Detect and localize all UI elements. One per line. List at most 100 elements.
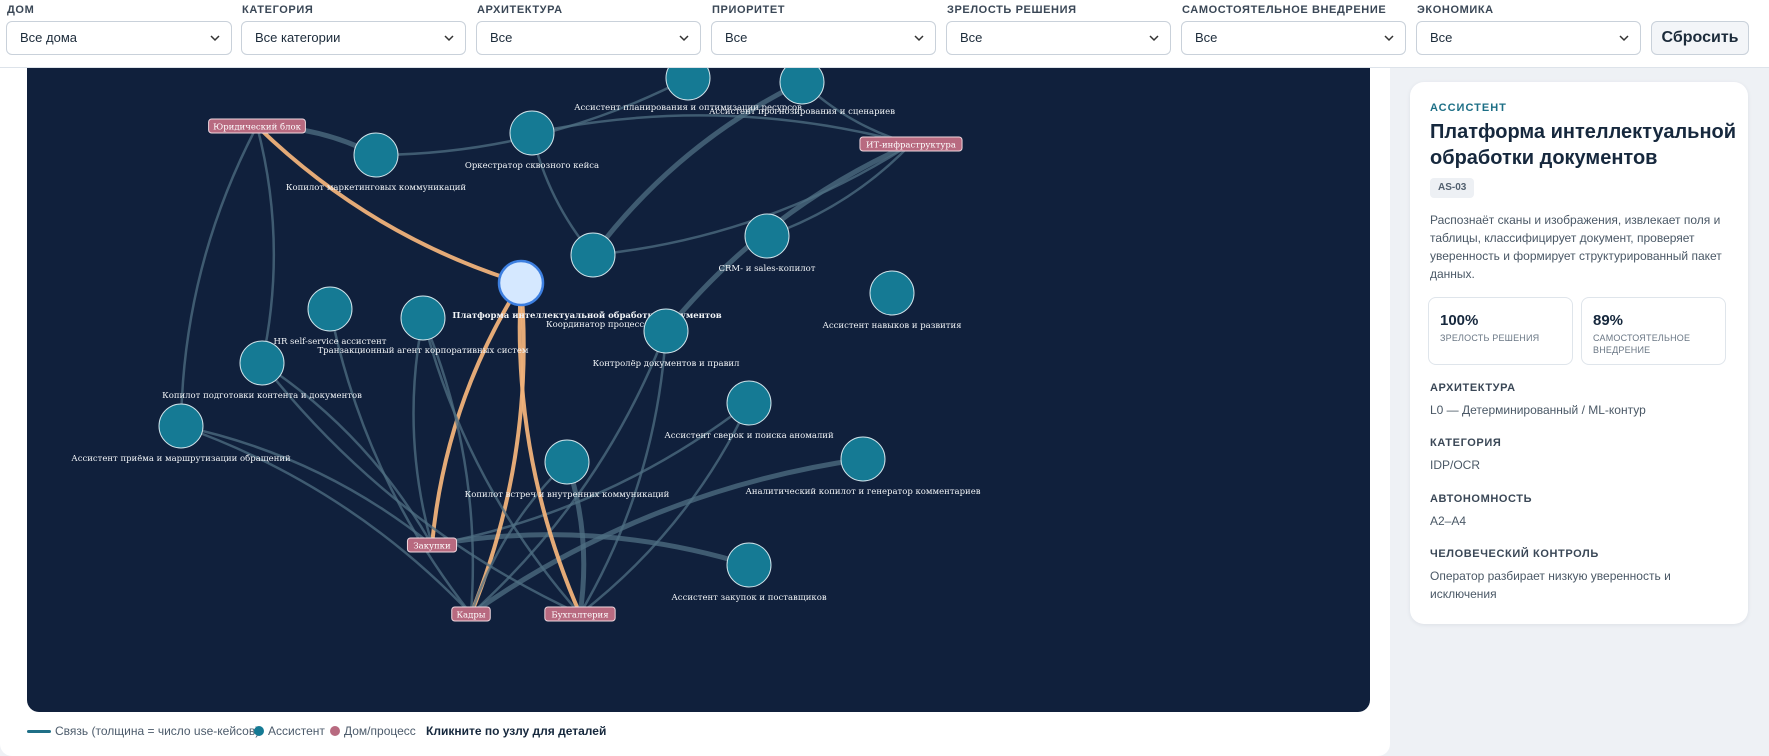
- house-node[interactable]: ИТ-инфраструктура: [859, 136, 963, 152]
- section-value-architecture: L0 — Детерминированный / ML-контур: [1430, 403, 1646, 417]
- house-select[interactable]: Все дома: [6, 21, 232, 55]
- legend-house: Дом/процесс: [330, 724, 416, 738]
- node-circle: [509, 110, 555, 156]
- node-label: Ассистент прогнозирования и сценариев: [709, 107, 895, 117]
- select-value: Все: [490, 30, 513, 45]
- house-node[interactable]: Кадры: [451, 606, 491, 622]
- node-circle: [544, 439, 590, 485]
- category-select[interactable]: Все категории: [241, 21, 466, 55]
- assistant-node[interactable]: Ассистент сверок и поиска аномалий: [664, 380, 834, 441]
- detail-panel: АССИСТЕНТ Платформа интеллектуальной обр…: [1410, 82, 1748, 624]
- section-value-autonomy: A2–A4: [1430, 514, 1467, 528]
- node-circle: [726, 542, 772, 588]
- node-label: Оркестратор сквозного кейса: [465, 161, 599, 171]
- node-label: Аналитический копилот и генератор коммен…: [745, 487, 980, 497]
- select-value: Все: [725, 30, 748, 45]
- legend-assistant-swatch: [254, 726, 264, 736]
- section-title-autonomy: АВТОНОМНОСТЬ: [1430, 493, 1533, 505]
- assistant-node[interactable]: Копилот маркетинговых коммуникаций: [286, 132, 467, 193]
- legend-hint: Кликните по узлу для деталей: [426, 724, 607, 738]
- node-circle: [353, 132, 399, 178]
- highlighted-edge: [469, 282, 526, 615]
- network-graph[interactable]: Ассистент планирования и оптимизации рес…: [27, 68, 1370, 712]
- legend-assistant: Ассистент: [254, 724, 325, 738]
- architecture-select[interactable]: Все: [476, 21, 701, 55]
- assistant-node[interactable]: HR self-service ассистент: [274, 286, 387, 347]
- legend-house-label: Дом/процесс: [344, 724, 416, 738]
- metric-value: 100%: [1440, 312, 1479, 329]
- select-value: Все: [960, 30, 983, 45]
- node-circle: [726, 380, 772, 426]
- node-label: CRM- и sales-копилот: [719, 264, 816, 274]
- node-label: Копилот подготовки контента и документов: [162, 391, 362, 401]
- node-circle: [497, 259, 545, 307]
- metric-label: ЗРЕЛОСТЬ РЕШЕНИЯ: [1440, 333, 1540, 343]
- highlighted-edge: [430, 281, 523, 546]
- node-circle: [665, 68, 711, 101]
- graph-edge: [179, 125, 259, 427]
- node-circle: [840, 436, 886, 482]
- legend-link-label: Связь (толщина = число use-кейсов): [55, 724, 260, 738]
- filter-label: АРХИТЕКТУРА: [477, 4, 563, 16]
- detail-code-badge: AS-03: [1430, 178, 1475, 198]
- assistant-node[interactable]: Ассистент навыков и развития: [822, 270, 962, 331]
- node-label: Контролёр документов и правил: [593, 359, 740, 369]
- chevron-down-icon: [210, 35, 220, 42]
- chevron-down-icon: [679, 35, 689, 42]
- filter-label: САМОСТОЯТЕЛЬНОЕ ВНЕДРЕНИЕ: [1182, 4, 1387, 16]
- graph-edge: [255, 125, 276, 364]
- chevron-down-icon: [1149, 35, 1159, 42]
- filter-bar: ДОМ Все дома КАТЕГОРИЯ Все категории АРХ…: [0, 0, 1769, 68]
- node-label: Копилот маркетинговых коммуникаций: [286, 183, 467, 193]
- legend-assistant-label: Ассистент: [268, 724, 325, 738]
- section-title-human-control: ЧЕЛОВЕЧЕСКИЙ КОНТРОЛЬ: [1430, 548, 1599, 560]
- house-node[interactable]: Закупки: [406, 537, 458, 553]
- detail-kicker: АССИСТЕНТ: [1430, 102, 1507, 114]
- chevron-down-icon: [1384, 35, 1394, 42]
- priority-select[interactable]: Все: [711, 21, 936, 55]
- house-label: Кадры: [456, 611, 485, 621]
- section-value-human-control: Оператор разбирает низкую уверенность и …: [1430, 569, 1671, 601]
- select-value: Все: [1195, 30, 1218, 45]
- assistant-node[interactable]: Оркестратор сквозного кейса: [465, 110, 599, 171]
- graph-nodes: Ассистент планирования и оптимизации рес…: [71, 68, 981, 622]
- maturity-select[interactable]: Все: [946, 21, 1171, 55]
- economics-select[interactable]: Все: [1416, 21, 1641, 55]
- metric-maturity: 100% ЗРЕЛОСТЬ РЕШЕНИЯ: [1428, 297, 1573, 365]
- assistant-node[interactable]: Ассистент приёма и маршрутизации обращен…: [71, 403, 291, 464]
- metric-value: 89%: [1593, 312, 1624, 329]
- house-label: Юридический блок: [213, 122, 302, 133]
- chevron-down-icon: [444, 35, 454, 42]
- node-label: Ассистент сверок и поиска аномалий: [664, 431, 834, 441]
- node-label: Транзакционный агент корпоративных систе…: [318, 346, 529, 356]
- section-title-architecture: АРХИТЕКТУРА: [1430, 382, 1516, 394]
- legend-house-swatch: [330, 726, 340, 736]
- node-circle: [869, 270, 915, 316]
- assistant-node[interactable]: Аналитический копилот и генератор коммен…: [745, 436, 981, 497]
- select-value: Все категории: [255, 30, 341, 45]
- self-implementation-select[interactable]: Все: [1181, 21, 1406, 55]
- node-label: Ассистент навыков и развития: [822, 321, 961, 331]
- node-label: Ассистент закупок и поставщиков: [671, 593, 826, 603]
- chevron-down-icon: [914, 35, 924, 42]
- metric-label: САМОСТОЯТЕЛЬНОЕ ВНЕДРЕНИЕ: [1593, 333, 1691, 355]
- node-circle: [643, 308, 689, 354]
- node-circle: [239, 340, 285, 386]
- select-value: Все дома: [20, 30, 77, 45]
- section-title-category: КАТЕГОРИЯ: [1430, 437, 1502, 449]
- assistant-node[interactable]: Ассистент прогнозирования и сценариев: [709, 68, 895, 117]
- filter-label: ЭКОНОМИКА: [1417, 4, 1494, 16]
- house-node[interactable]: Юридический блок: [208, 118, 306, 134]
- legend-line-swatch: [27, 729, 51, 733]
- filter-label: КАТЕГОРИЯ: [242, 4, 314, 16]
- house-node[interactable]: Бухгалтерия: [544, 606, 616, 622]
- node-circle: [400, 295, 446, 341]
- detail-title: Платформа интеллектуальной обработки док…: [1430, 121, 1737, 169]
- select-value: Все: [1430, 30, 1453, 45]
- filter-label: ПРИОРИТЕТ: [712, 4, 786, 16]
- legend-link: Связь (толщина = число use-кейсов): [27, 724, 259, 738]
- reset-button[interactable]: Сбросить: [1651, 21, 1749, 55]
- assistant-node[interactable]: Копилот встреч и внутренних коммуникаций: [465, 439, 670, 500]
- graph-edge: [431, 402, 750, 547]
- house-label: ИТ-инфраструктура: [866, 141, 956, 151]
